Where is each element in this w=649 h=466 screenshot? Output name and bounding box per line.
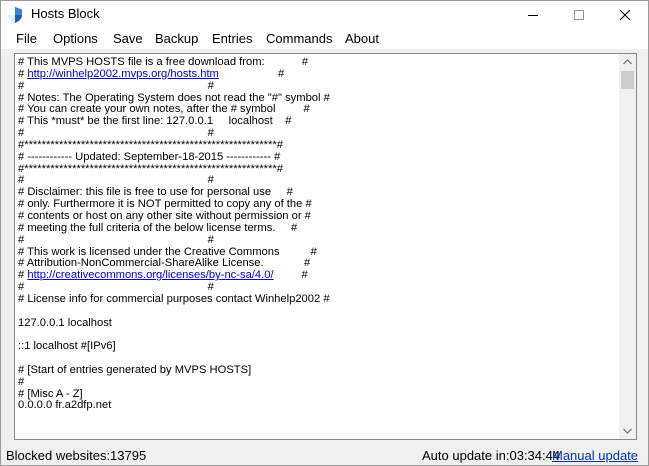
text-line[interactable]: #***************************************… — [18, 140, 618, 152]
text-line[interactable]: # # — [18, 81, 618, 93]
shield-icon — [8, 7, 22, 23]
chevron-down-icon — [623, 428, 632, 434]
menu-backup[interactable]: Backup — [155, 31, 198, 46]
text-line[interactable]: # contents or host on any other site wit… — [18, 211, 618, 223]
maximize-button[interactable] — [556, 1, 602, 29]
menu-about[interactable]: About — [345, 31, 379, 46]
scroll-up-button[interactable] — [619, 54, 636, 71]
chevron-up-icon — [623, 59, 632, 65]
text-line[interactable]: # You can create your own notes, after t… — [18, 104, 618, 116]
text-line[interactable] — [18, 306, 618, 318]
text-line[interactable]: 0.0.0.0 fr.a2dfp.net — [18, 400, 618, 412]
line-prefix: # — [18, 270, 28, 282]
text-line[interactable]: # # — [18, 175, 618, 187]
text-line[interactable]: 127.0.0.1 localhost — [18, 318, 618, 330]
text-line[interactable]: # Attribution-NonCommercial-ShareAlike L… — [18, 258, 618, 270]
close-button[interactable] — [602, 1, 648, 29]
title-bar[interactable]: Hosts Block — [1, 1, 648, 29]
text-line[interactable]: # ------------ Updated: September-18-201… — [18, 152, 618, 164]
hosts-link[interactable]: http://creativecommons.org/licenses/by-n… — [27, 270, 273, 281]
menu-entries[interactable]: Entries — [212, 31, 252, 46]
text-line[interactable]: # only. Furthermore it is NOT permitted … — [18, 199, 618, 211]
text-line[interactable]: # [Misc A - Z] — [18, 389, 618, 401]
text-line[interactable]: # # — [18, 282, 618, 294]
window-title: Hosts Block — [31, 6, 100, 21]
line-suffix: # — [218, 68, 285, 80]
text-line[interactable]: # — [18, 377, 618, 389]
menu-file[interactable]: File — [16, 31, 37, 46]
vertical-scrollbar[interactable] — [619, 54, 636, 439]
text-line[interactable]: # http://creativecommons.org/licenses/by… — [18, 270, 618, 282]
text-line[interactable]: # http://winhelp2002.mvps.org/hosts.htm … — [18, 69, 618, 81]
close-icon — [620, 10, 630, 20]
app-window: Hosts Block File Options Save Backup Ent… — [0, 0, 649, 466]
line-prefix: # — [18, 68, 28, 80]
text-line[interactable]: #***************************************… — [18, 164, 618, 176]
text-line[interactable]: # License info for commercial purposes c… — [18, 294, 618, 306]
scroll-thumb[interactable] — [621, 71, 634, 89]
hosts-link[interactable]: http://winhelp2002.mvps.org/hosts.htm — [27, 69, 219, 80]
menu-save[interactable]: Save — [113, 31, 143, 46]
text-line[interactable]: # # — [18, 128, 618, 140]
text-line[interactable]: # This *must* be the first line: 127.0.0… — [18, 116, 618, 128]
text-line[interactable]: ::1 localhost #[IPv6] — [18, 341, 618, 353]
text-line[interactable]: # This work is licensed under the Creati… — [18, 247, 618, 259]
manual-update-link[interactable]: Manual update — [552, 448, 638, 463]
text-line[interactable]: # Disclaimer: this file is free to use f… — [18, 187, 618, 199]
text-line[interactable] — [18, 329, 618, 341]
status-bar: Blocked websites:13795 Auto update in:03… — [1, 445, 648, 465]
menu-options[interactable]: Options — [53, 31, 98, 46]
hosts-text[interactable]: # This MVPS HOSTS file is a free downloa… — [18, 57, 618, 437]
text-line[interactable]: # Notes: The Operating System does not r… — [18, 93, 618, 105]
scroll-down-button[interactable] — [619, 422, 636, 439]
text-line[interactable]: # # — [18, 235, 618, 247]
auto-update-timer: Auto update in:03:34:44 — [422, 448, 561, 463]
menu-commands[interactable]: Commands — [266, 31, 332, 46]
blocked-count: Blocked websites:13795 — [6, 448, 147, 463]
hosts-editor[interactable]: # This MVPS HOSTS file is a free downloa… — [14, 53, 637, 440]
menu-bar: File Options Save Backup Entries Command… — [1, 29, 648, 49]
maximize-icon — [574, 10, 584, 20]
text-line[interactable]: # [Start of entries generated by MVPS HO… — [18, 365, 618, 377]
text-line[interactable]: # This MVPS HOSTS file is a free downloa… — [18, 57, 618, 69]
line-suffix: # — [273, 270, 308, 282]
text-line[interactable]: # meeting the full criteria of the below… — [18, 223, 618, 235]
text-line[interactable] — [18, 353, 618, 365]
minimize-icon — [528, 15, 538, 16]
minimize-button[interactable] — [510, 1, 556, 29]
